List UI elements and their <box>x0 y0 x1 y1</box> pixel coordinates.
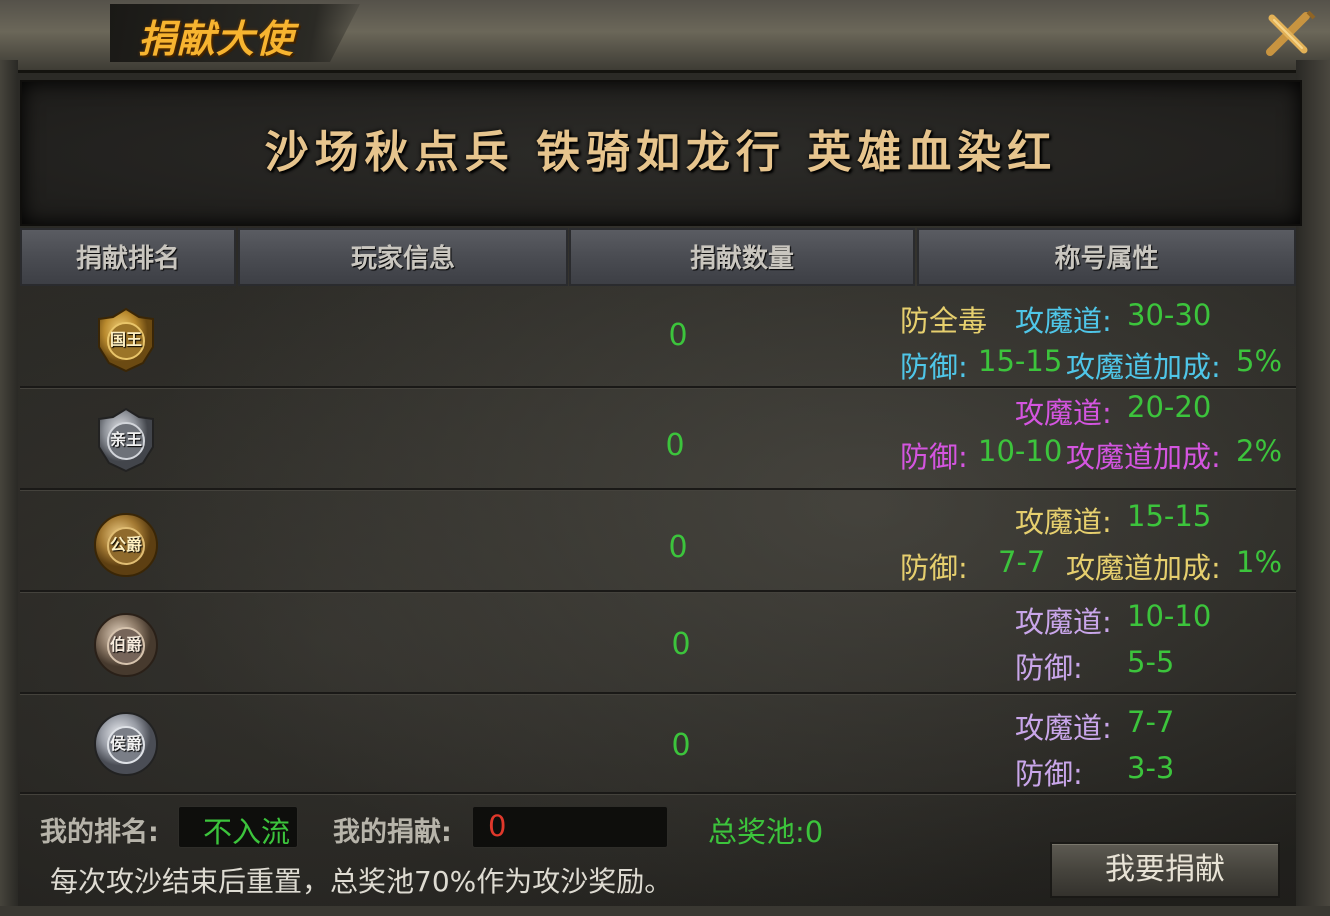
header-title-attributes: 称号属性 <box>917 228 1296 286</box>
medal-label: 亲王 <box>109 430 142 449</box>
donate-button[interactable]: 我要捐献 <box>1050 842 1280 898</box>
attr-bonus-value: 2% <box>1236 434 1283 468</box>
attr-defense-label: 防御: <box>1015 651 1083 685</box>
marquis-medal-icon: 侯爵 <box>93 711 159 777</box>
attr-bonus-label: 攻魔道加成: <box>1066 350 1221 384</box>
attr-defense-label: 防御: <box>900 350 968 384</box>
row-divider <box>20 792 1296 795</box>
attr-magic-label: 攻魔道: <box>1015 711 1112 745</box>
close-button[interactable] <box>1262 8 1318 60</box>
attr-magic-value: 30-30 <box>1127 298 1212 332</box>
row-divider <box>20 488 1296 491</box>
attr-defense-label: 防御: <box>900 440 968 474</box>
attr-magic-value: 20-20 <box>1127 390 1212 424</box>
attr-magic-value: 15-15 <box>1127 499 1212 533</box>
window-title: 捐献大使 <box>138 17 295 61</box>
attr-defense-value: 5-5 <box>1127 645 1175 679</box>
prize-pool: 总奖池:0 <box>708 815 824 849</box>
medal-label: 伯爵 <box>109 635 142 654</box>
prince-medal-icon: 亲王 <box>93 407 159 473</box>
king-medal-icon: 国王 <box>93 307 159 373</box>
earl-medal-icon: 伯爵 <box>93 612 159 678</box>
header-rank: 捐献排名 <box>20 228 236 286</box>
donation-amount: 0 <box>668 318 688 353</box>
medal-label: 侯爵 <box>109 734 142 753</box>
header-player-info: 玩家信息 <box>238 228 568 286</box>
my-donation-value: 0 <box>488 809 507 843</box>
my-rank-value: 不入流 <box>203 815 291 849</box>
attr-bonus-value: 5% <box>1236 344 1283 378</box>
row-divider <box>20 590 1296 593</box>
slogan-banner: 沙场秋点兵 铁骑如龙行 英雄血染红 <box>20 80 1302 226</box>
frame-bottom <box>0 906 1330 916</box>
header-donation-amount: 捐献数量 <box>569 228 915 286</box>
attr-magic-value: 10-10 <box>1127 599 1212 633</box>
my-donation-label: 我的捐献: <box>333 817 452 848</box>
attr-poison-resist: 防全毒 <box>900 304 988 338</box>
my-rank-label: 我的排名: <box>40 817 159 848</box>
attr-defense-value: 10-10 <box>978 434 1063 468</box>
close-x-icon <box>1266 10 1316 56</box>
attr-bonus-label: 攻魔道加成: <box>1066 440 1221 474</box>
banner-slogan: 沙场秋点兵 铁骑如龙行 英雄血染红 <box>264 127 1058 178</box>
reset-note: 每次攻沙结束后重置，总奖池70%作为攻沙奖励。 <box>50 865 673 898</box>
frame-left <box>0 60 18 916</box>
attr-magic-label: 攻魔道: <box>1015 605 1112 639</box>
attr-defense-label: 防御: <box>1015 757 1083 791</box>
attr-defense-value: 7-7 <box>998 545 1046 579</box>
row-divider <box>20 386 1296 389</box>
attr-bonus-label: 攻魔道加成: <box>1066 551 1221 585</box>
donation-ambassador-window: 捐献大使 沙场秋点兵 铁骑如龙行 英雄血染红 捐献排名 玩家信息 捐献数量 称号… <box>0 0 1330 916</box>
medal-label: 国王 <box>109 330 142 349</box>
attr-bonus-value: 1% <box>1236 545 1283 579</box>
attr-defense-label: 防御: <box>900 551 968 585</box>
donation-amount: 0 <box>671 728 691 763</box>
attr-defense-value: 3-3 <box>1127 751 1175 785</box>
attr-defense-value: 15-15 <box>978 344 1063 378</box>
row-divider <box>20 692 1296 695</box>
attr-magic-label: 攻魔道: <box>1015 396 1112 430</box>
attr-magic-label: 攻魔道: <box>1015 304 1112 338</box>
donation-amount: 0 <box>665 428 685 463</box>
duke-medal-icon: 公爵 <box>93 512 159 578</box>
attr-magic-label: 攻魔道: <box>1015 505 1112 539</box>
medal-label: 公爵 <box>109 535 142 554</box>
attr-magic-value: 7-7 <box>1127 705 1175 739</box>
donation-amount: 0 <box>668 530 688 565</box>
donation-amount: 0 <box>671 627 691 662</box>
